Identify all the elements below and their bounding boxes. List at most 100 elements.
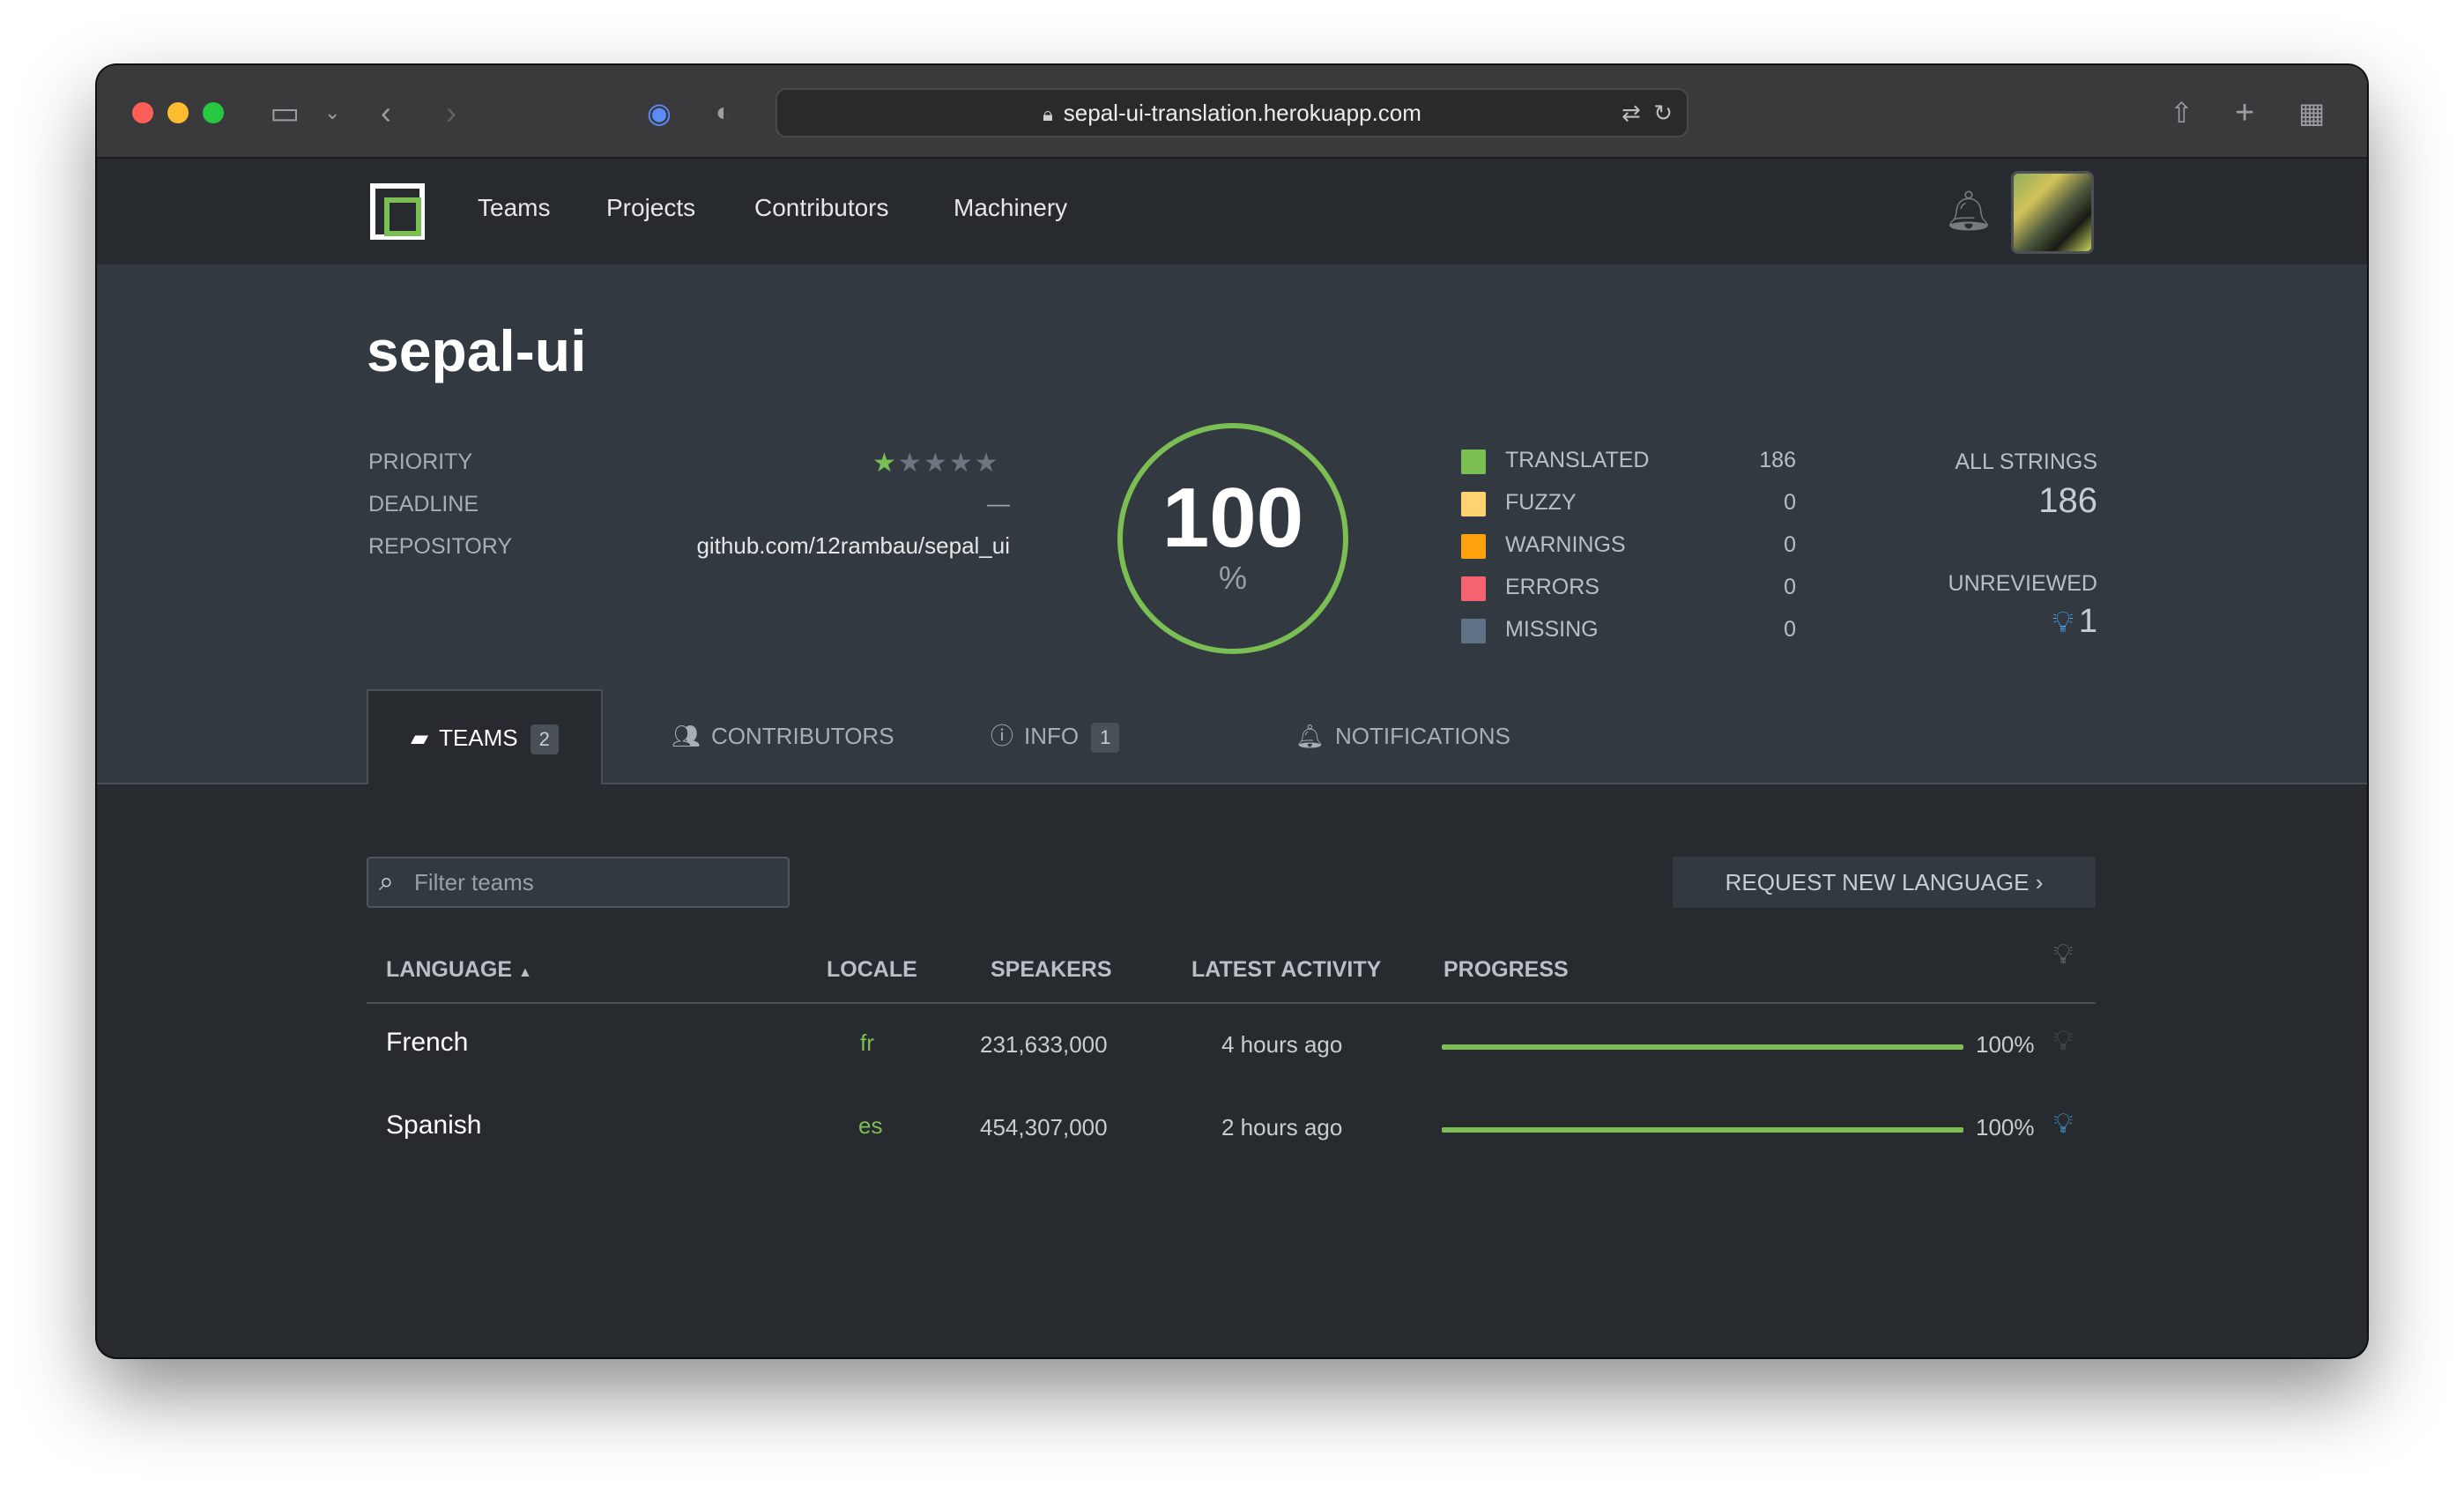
browser-window: ▭ ⌄ ‹ › ◉ ◐ 🔒︎ sepal-ui-translation.herok…: [97, 65, 2367, 1357]
unreviewed-value-wrap[interactable]: 💡︎ 1: [2052, 603, 2097, 641]
stat-label: FUZZY: [1505, 490, 1577, 515]
progress-percent: 100: [1161, 471, 1304, 565]
language-cell[interactable]: Spanish: [386, 1111, 481, 1141]
column-header-speakers[interactable]: SPEAKERS: [991, 957, 1112, 983]
activity-cell[interactable]: 2 hours ago: [1221, 1114, 1342, 1141]
lightbulb-unreviewed-icon[interactable]: 💡︎: [2053, 1107, 2073, 1141]
all-strings-value[interactable]: 186: [2038, 481, 2097, 521]
maximize-window-button[interactable]: [203, 102, 224, 123]
reload-icon[interactable]: ↻: [1653, 100, 1673, 126]
deadline-value: —: [987, 490, 1010, 516]
search-icon: ⌕: [379, 867, 394, 896]
close-window-button[interactable]: [132, 102, 153, 123]
locale-cell[interactable]: fr: [860, 1029, 874, 1057]
stat-count: 0: [1784, 532, 1796, 557]
tab-label: CONTRIBUTORS: [711, 723, 894, 749]
priority-stars: ★★★★★: [872, 448, 1000, 479]
filter-placeholder: Filter teams: [414, 869, 534, 895]
table-header-divider: [367, 1002, 2096, 1004]
tab-overview-icon[interactable]: ▦: [2298, 92, 2325, 134]
pontoon-logo[interactable]: [370, 183, 425, 240]
minimize-window-button[interactable]: [167, 102, 189, 123]
address-bar[interactable]: 🔒︎ sepal-ui-translation.herokuapp.com ⇄ ↻: [776, 88, 1688, 137]
back-arrow-icon[interactable]: ‹: [381, 92, 391, 134]
tab-label: TEAMS: [439, 724, 518, 751]
lightbulb-icon: 💡︎: [2052, 606, 2074, 639]
share-icon[interactable]: ⇧: [2170, 92, 2193, 134]
stat-label: TRANSLATED: [1505, 448, 1650, 472]
missing-swatch: [1461, 619, 1486, 643]
stat-translated[interactable]: TRANSLATED 186: [1461, 446, 1796, 476]
tab-badge: 1: [1091, 723, 1120, 753]
locale-cell[interactable]: es: [858, 1112, 882, 1140]
star-empty-icon: ★: [923, 449, 949, 478]
tab-contributors[interactable]: 👥︎ CONTRIBUTORS: [672, 689, 894, 786]
nav-link-machinery[interactable]: Machinery: [954, 194, 1067, 222]
star-empty-icon: ★: [948, 449, 975, 478]
unreviewed-label: UNREVIEWED: [1948, 571, 2097, 596]
stat-count: 0: [1784, 575, 1796, 599]
translated-swatch: [1461, 450, 1486, 474]
star-filled-icon: ★: [872, 449, 898, 478]
star-empty-icon: ★: [974, 449, 1000, 478]
stat-label: WARNINGS: [1505, 532, 1626, 557]
stat-count: 186: [1759, 448, 1796, 472]
new-tab-icon[interactable]: +: [2235, 92, 2254, 134]
notifications-bell-icon[interactable]: 🔔︎: [1944, 190, 1993, 233]
user-avatar[interactable]: [2011, 171, 2094, 254]
folder-icon: ▰: [411, 724, 428, 751]
extension-icon[interactable]: ◉: [647, 92, 672, 134]
tab-notifications[interactable]: 🔔︎ NOTIFICATIONS: [1295, 689, 1510, 786]
nav-link-contributors[interactable]: Contributors: [754, 194, 889, 222]
filter-teams-input[interactable]: ⌕ Filter teams: [367, 857, 790, 908]
stat-label: ERRORS: [1505, 575, 1599, 599]
unreviewed-value: 1: [2078, 603, 2097, 640]
chevron-down-icon[interactable]: ⌄: [324, 92, 340, 134]
progress-percent-cell: 100%: [1976, 1031, 2035, 1058]
translate-icon[interactable]: ⇄: [1622, 100, 1641, 126]
nav-link-projects[interactable]: Projects: [606, 194, 695, 222]
column-header-progress[interactable]: PROGRESS: [1444, 957, 1569, 983]
progress-bar: [1442, 1127, 1963, 1133]
column-header-latest-activity[interactable]: LATEST ACTIVITY: [1191, 957, 1381, 983]
shield-icon[interactable]: ◐: [716, 92, 731, 134]
nav-link-teams[interactable]: Teams: [478, 194, 550, 222]
project-header: sepal-ui PRIORITY ★★★★★ DEADLINE — REPOS…: [97, 264, 2367, 786]
request-new-language-button[interactable]: REQUEST NEW LANGUAGE ›: [1673, 857, 2096, 908]
all-strings-label: ALL STRINGS: [1955, 450, 2097, 474]
request-button-label: REQUEST NEW LANGUAGE: [1725, 869, 2030, 895]
stat-warnings[interactable]: WARNINGS 0: [1461, 531, 1796, 561]
errors-swatch: [1461, 576, 1486, 601]
fuzzy-swatch: [1461, 492, 1486, 516]
progress-chart: 100 %: [1117, 423, 1348, 654]
chevron-right-icon: ›: [2035, 869, 2044, 895]
teams-panel: ⌕ Filter teams REQUEST NEW LANGUAGE › LAN…: [97, 784, 2367, 1357]
progress-bar: [1442, 1044, 1963, 1050]
activity-cell[interactable]: 4 hours ago: [1221, 1031, 1342, 1059]
lightbulb-header-icon[interactable]: 💡︎: [2053, 938, 2073, 971]
column-header-locale[interactable]: LOCALE: [827, 957, 917, 983]
language-cell[interactable]: French: [386, 1028, 468, 1058]
sidebar-toggle-icon[interactable]: ▭: [270, 92, 300, 134]
priority-label: PRIORITY: [368, 450, 473, 474]
info-icon: ⓘ: [991, 723, 1014, 749]
app-navbar: Teams Projects Contributors Machinery 🔔︎: [97, 159, 2367, 264]
warnings-swatch: [1461, 534, 1486, 559]
tab-teams[interactable]: ▰ TEAMS 2: [367, 689, 603, 786]
stat-errors[interactable]: ERRORS 0: [1461, 573, 1796, 603]
repository-link[interactable]: github.com/12rambau/sepal_ui: [696, 532, 1010, 560]
lightbulb-icon[interactable]: 💡︎: [2053, 1024, 2073, 1058]
speakers-cell: 454,307,000: [980, 1114, 1108, 1141]
tab-label: NOTIFICATIONS: [1335, 723, 1510, 749]
users-icon: 👥︎: [672, 723, 701, 749]
forward-arrow-icon[interactable]: ›: [446, 92, 456, 134]
stat-count: 0: [1784, 617, 1796, 642]
tab-info[interactable]: ⓘ INFO 1: [991, 689, 1120, 786]
bell-icon: 🔔︎: [1295, 723, 1325, 749]
repository-label: REPOSITORY: [368, 534, 513, 559]
stat-fuzzy[interactable]: FUZZY 0: [1461, 488, 1796, 518]
stat-missing[interactable]: MISSING 0: [1461, 615, 1796, 645]
percent-symbol: %: [1218, 560, 1247, 596]
column-header-language[interactable]: LANGUAGE ▲: [386, 957, 532, 983]
deadline-label: DEADLINE: [368, 492, 479, 516]
